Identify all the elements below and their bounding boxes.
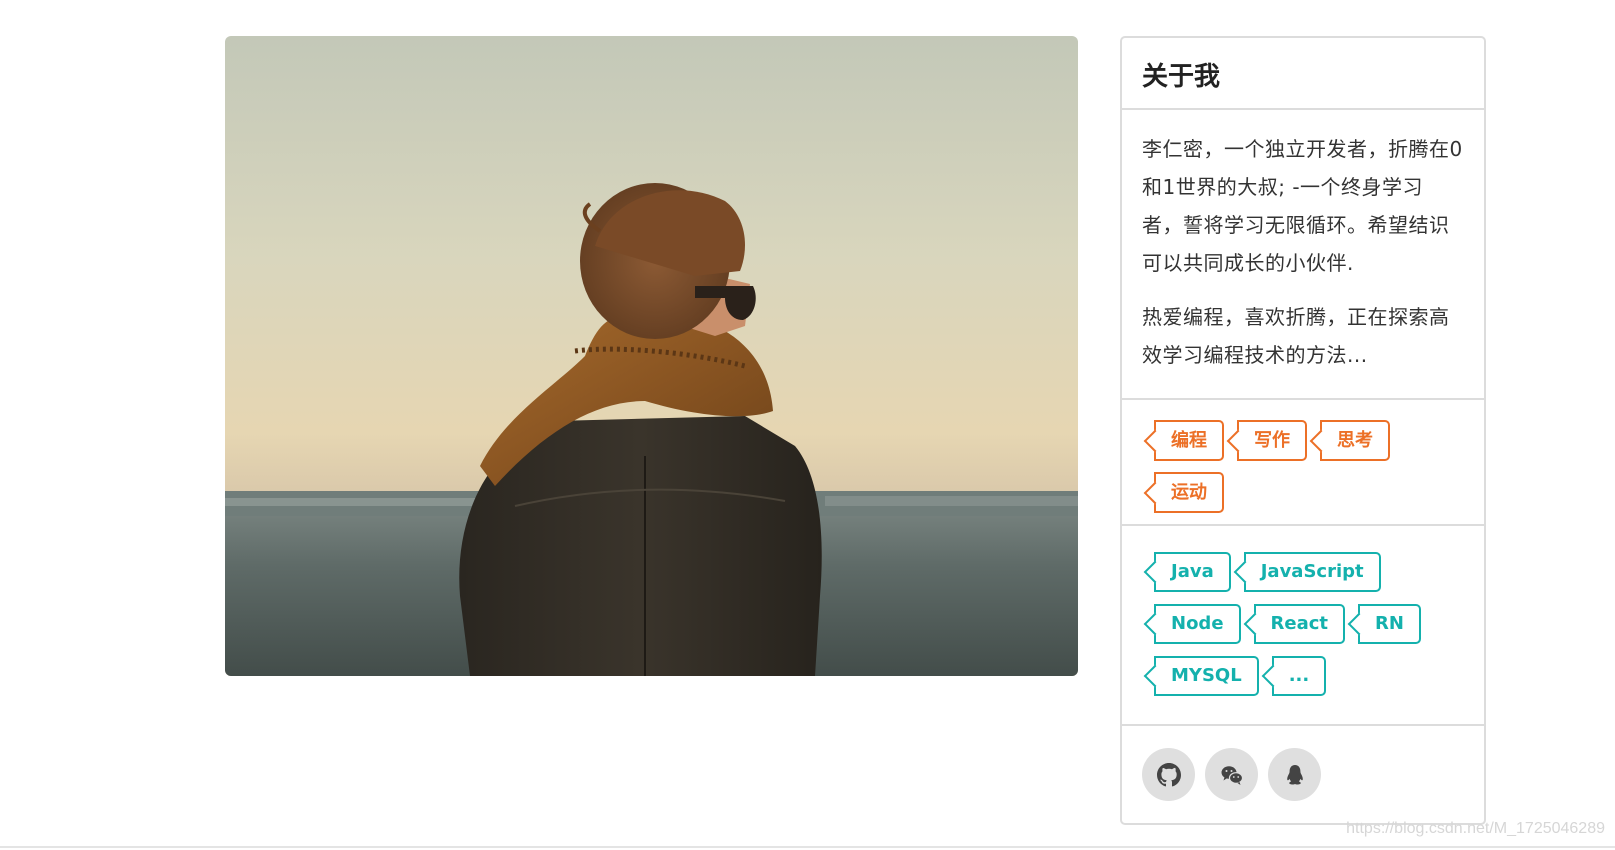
about-title: 关于我 [1122,38,1484,110]
about-paragraph-1: 李仁密，一个独立开发者，折腾在0和1世界的大叔; -一个终身学习者，誓将学习无限… [1142,137,1463,275]
about-body: 李仁密，一个独立开发者，折腾在0和1世界的大叔; -一个终身学习者，誓将学习无限… [1122,110,1484,400]
tag-programming[interactable]: 编程 [1154,420,1224,461]
tag-label: ... [1288,665,1310,686]
bottom-divider [0,846,1615,848]
tag-writing[interactable]: 写作 [1237,420,1307,461]
github-button[interactable] [1142,748,1195,801]
tag-java[interactable]: Java [1154,552,1231,592]
tag-label: 写作 [1254,430,1290,451]
wechat-icon [1221,765,1243,785]
tag-react[interactable]: React [1253,604,1346,644]
tag-label: 运动 [1171,482,1207,503]
tag-rn[interactable]: RN [1358,604,1421,644]
github-icon [1156,762,1181,786]
social-links [1122,726,1484,823]
tag-label: 思考 [1337,430,1373,451]
wechat-button[interactable] [1205,748,1258,801]
tag-more[interactable]: ... [1271,656,1327,696]
tag-node[interactable]: Node [1154,604,1241,644]
about-card: 关于我 李仁密，一个独立开发者，折腾在0和1世界的大叔; -一个终身学习者，誓将… [1120,36,1486,825]
watermark-text: https://blog.csdn.net/M_1725046289 [1346,820,1605,837]
tag-label: MYSQL [1171,665,1242,686]
tag-thinking[interactable]: 思考 [1320,420,1390,461]
tag-label: 编程 [1171,430,1207,451]
qq-button[interactable] [1268,748,1321,801]
tag-label: Node [1171,613,1224,634]
tech-tags: Java JavaScript Node React RN MYSQL... [1122,526,1484,726]
tag-mysql[interactable]: MYSQL [1154,656,1259,696]
qq-icon [1286,764,1303,784]
tag-label: React [1270,613,1329,634]
tag-label: Java [1171,561,1214,582]
tag-javascript[interactable]: JavaScript [1243,552,1381,592]
tag-label: JavaScript [1260,561,1364,582]
tag-label: RN [1375,613,1404,634]
about-paragraph-2: 热爱编程，喜欢折腾，正在探索高效学习编程技术的方法... [1142,305,1450,367]
profile-photo [225,36,1078,676]
tag-sports[interactable]: 运动 [1154,472,1224,513]
interest-tags: 编程 写作 思考运动 [1122,400,1484,526]
